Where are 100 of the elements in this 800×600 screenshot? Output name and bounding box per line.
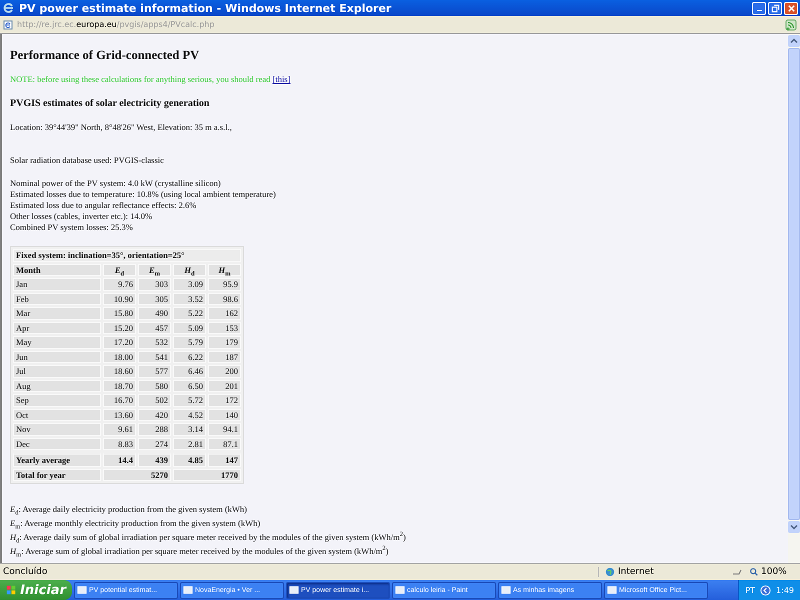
table-cell: 532 xyxy=(138,336,171,348)
window-icon xyxy=(395,585,405,595)
table-cell: 3.52 xyxy=(173,292,206,305)
table-cell: 4.85 xyxy=(173,452,206,466)
table-cell: Nov xyxy=(13,423,101,436)
table-cell: Sep xyxy=(13,394,101,406)
table-cell: 87.1 xyxy=(208,438,241,450)
clock: 1:49 xyxy=(776,586,794,594)
table-cell: 187 xyxy=(208,350,241,363)
address-field[interactable]: http://re.jrc.ec.europa.eu/pvgis/apps4/PVcalc.php xyxy=(3,18,781,31)
page-icon xyxy=(3,20,13,30)
table-cell: 15.80 xyxy=(103,307,136,320)
table-cell: 9.61 xyxy=(103,423,136,436)
legend-text: E$_{d}$: Average daily electricity production from the given system (kWh) xyxy=(10,503,248,516)
table-cell: Mar xyxy=(13,307,101,320)
column-header: H$_{d}$ xyxy=(173,264,206,276)
table-cell: 5.72 xyxy=(173,394,206,406)
table-cell: 490 xyxy=(138,307,171,320)
table-cell: Aug xyxy=(13,380,101,392)
legend-text: E$_{m}$: Average monthly electricity production from the given system (kWh) xyxy=(10,517,262,530)
table-cell: 303 xyxy=(138,278,171,290)
table-cell: 541 xyxy=(138,350,171,363)
table-cell: 94.1 xyxy=(208,423,241,436)
table-cell: Yearly average xyxy=(13,452,101,466)
table-cell: 3.14 xyxy=(173,423,206,436)
feed-icon[interactable] xyxy=(785,18,797,30)
column-header: H$_{m}$ xyxy=(208,264,241,276)
table-cell: 4.52 xyxy=(173,408,206,421)
section-heading: PVGIS estimates of solar electricity generation xyxy=(10,98,210,110)
browser-logo-icon xyxy=(3,2,15,14)
table-cell: 18.00 xyxy=(103,350,136,363)
table-cell: 1770 xyxy=(173,468,241,481)
legend-text: H$_{d}$: Average daily sum of global irradiation per square meter received by the modules of the given system (kWh/m$^{2}$) xyxy=(10,530,407,544)
language-indicator[interactable]: PT xyxy=(745,586,756,594)
table-cell: 153 xyxy=(208,322,241,334)
table-cell: 147 xyxy=(208,452,241,466)
table-cell: 17.20 xyxy=(103,336,136,348)
table-cell: 98.6 xyxy=(208,292,241,305)
note-text: NOTE: before using these calculations for anything serious, you should read xyxy=(10,74,270,84)
table-cell: 5.09 xyxy=(173,322,206,334)
start-button[interactable]: Iniciar xyxy=(0,580,72,600)
this-link[interactable]: [this] xyxy=(272,74,290,84)
system-info-line: Other losses (cables, inverter etc.): 14.0% xyxy=(10,211,154,222)
table-cell: Feb xyxy=(13,292,101,305)
system-info-line: Nominal power of the PV system: 4.0 kW (crystalline silicon) xyxy=(10,178,222,189)
table-cell: 274 xyxy=(138,438,171,450)
globe-icon xyxy=(605,567,615,577)
table-cell: Jun xyxy=(13,350,101,363)
window-icon xyxy=(607,585,617,595)
restore-button[interactable] xyxy=(768,2,782,14)
table-cell: 10.90 xyxy=(103,292,136,305)
window-title: PV power estimate information - Windows Internet Explorer xyxy=(19,2,392,14)
window-icon xyxy=(289,585,299,595)
table-cell: 580 xyxy=(138,380,171,392)
database-text: Solar radiation database used: PVGIS-classic xyxy=(10,155,165,166)
magnifier-icon xyxy=(749,567,759,577)
windows-flag-icon xyxy=(6,584,16,596)
column-header: E$_{d}$ xyxy=(103,264,136,276)
table-cell: Jul xyxy=(13,365,101,378)
scroll-down-icon[interactable] xyxy=(788,521,800,533)
table-cell: 2.81 xyxy=(173,438,206,450)
table-cell: 288 xyxy=(138,423,171,436)
page-title: Performance of Grid-connected PV xyxy=(10,47,200,63)
close-button[interactable] xyxy=(784,2,798,14)
table-cell: Apr xyxy=(13,322,101,334)
legend-text: H$_{m}$: Average sum of global irradiation per square meter received by the modules of the given system (kWh/m$^{2}$) xyxy=(10,544,390,558)
restore-icon xyxy=(770,4,780,12)
table-cell: 420 xyxy=(138,408,171,421)
system-info-line: Estimated losses due to temperature: 10.8% (using local ambient temperature) xyxy=(10,189,277,200)
table-cell: May xyxy=(13,336,101,348)
table-cell: 6.22 xyxy=(173,350,206,363)
close-icon xyxy=(786,4,796,12)
table-cell: 15.20 xyxy=(103,322,136,334)
table-cell: 577 xyxy=(138,365,171,378)
system-info-line: Estimated loss due to angular reflectance effects: 2.6% xyxy=(10,200,198,211)
status-text: Concluído xyxy=(3,567,48,577)
system-info-line: Combined PV system losses: 25.3% xyxy=(10,222,134,233)
table-cell: Jan xyxy=(13,278,101,290)
table-caption: Fixed system: inclination=35°, orientation=25° xyxy=(13,249,241,262)
table-cell: Dec xyxy=(13,438,101,450)
table-cell: 13.60 xyxy=(103,408,136,421)
table-cell: 5.79 xyxy=(173,336,206,348)
table-cell: 439 xyxy=(138,452,171,466)
column-header: E$_{m}$ xyxy=(138,264,171,276)
table-cell: 18.70 xyxy=(103,380,136,392)
minimize-button[interactable] xyxy=(752,2,766,14)
location-text: Location: 39°44'39" North, 8°48'26" West, Elevation: 35 m a.s.l., xyxy=(10,122,233,133)
table-cell: 14.4 xyxy=(103,452,136,466)
table-cell: 140 xyxy=(208,408,241,421)
window-icon xyxy=(183,585,193,595)
minimize-icon xyxy=(756,10,762,12)
security-zone: Internet xyxy=(598,567,725,577)
table-cell: 162 xyxy=(208,307,241,320)
table-cell: Total for year xyxy=(13,468,101,481)
window-icon xyxy=(501,585,511,595)
table-cell: 16.70 xyxy=(103,394,136,406)
zoom-level[interactable]: 100% xyxy=(749,567,797,577)
table-cell: 502 xyxy=(138,394,171,406)
table-cell: 9.76 xyxy=(103,278,136,290)
scroll-up-icon[interactable] xyxy=(788,35,800,47)
